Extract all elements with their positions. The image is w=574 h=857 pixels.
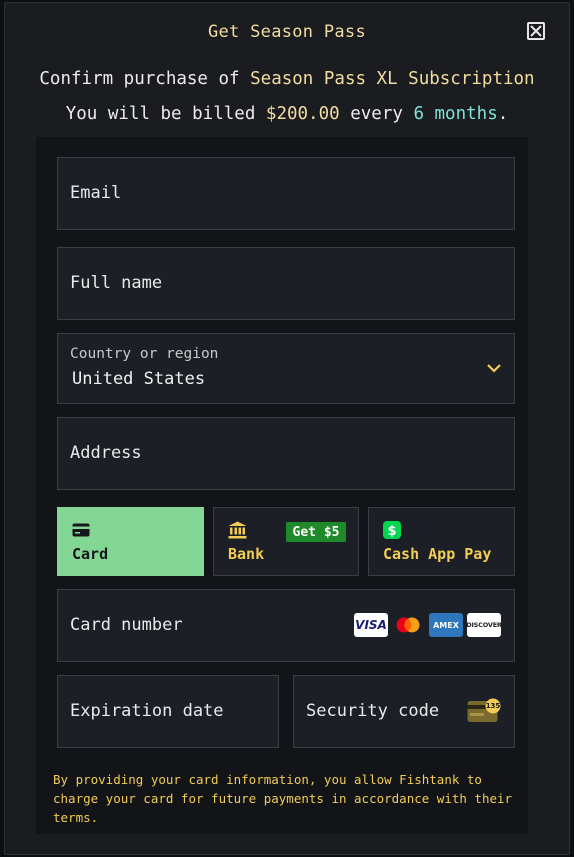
- cvc-badge-text: 135: [485, 702, 501, 710]
- billing-line: You will be billed $200.00 every 6 month…: [5, 104, 569, 124]
- security-label: Security code: [306, 701, 440, 721]
- tab-cash-app-label: Cash App Pay: [383, 545, 492, 563]
- card-number-label: Card number: [70, 615, 183, 635]
- discover-icon: DISCOVER: [467, 613, 501, 637]
- tab-card-label: Card: [72, 545, 109, 563]
- confirm-prefix: Confirm purchase of: [39, 69, 240, 89]
- cash-app-icon: $: [383, 521, 401, 539]
- every-word: every: [350, 104, 403, 124]
- chevron-down-icon: [487, 364, 501, 373]
- expiration-date-field[interactable]: Expiration date: [57, 675, 279, 748]
- amex-text: AMEX: [433, 620, 459, 630]
- country-select[interactable]: Country or region United States: [57, 333, 515, 404]
- bank-icon: [228, 521, 247, 539]
- bank-promo-badge: Get $5: [286, 522, 346, 542]
- close-icon: [530, 25, 542, 37]
- fullname-field[interactable]: Full name: [57, 247, 515, 320]
- expiration-label: Expiration date: [70, 701, 224, 721]
- product-name: Season Pass XL Subscription: [250, 69, 535, 89]
- security-code-field[interactable]: Security code 135: [293, 675, 515, 748]
- amex-icon: AMEX: [429, 613, 463, 637]
- email-field[interactable]: Email: [57, 157, 515, 230]
- tab-cash-app[interactable]: $ Cash App Pay: [368, 507, 515, 576]
- confirm-line: Confirm purchase of Season Pass XL Subsc…: [5, 69, 569, 89]
- price: $200.00: [265, 104, 340, 124]
- fullname-label: Full name: [70, 273, 163, 293]
- billed-prefix: You will be billed: [65, 104, 256, 124]
- billing-period: 6 months: [413, 104, 498, 124]
- country-label: Country or region: [70, 346, 219, 362]
- dialog-title: Get Season Pass: [207, 22, 367, 42]
- tab-bank-label: Bank: [228, 545, 265, 563]
- mastercard-icon: [396, 617, 420, 633]
- card-number-field[interactable]: Card number VISA AMEX DISCOVER: [57, 589, 515, 662]
- discover-text: DISCOVER: [467, 621, 501, 629]
- payment-disclaimer: By providing your card information, you …: [53, 772, 513, 825]
- visa-icon: VISA: [354, 613, 388, 637]
- country-value: United States: [72, 369, 206, 389]
- tab-bank[interactable]: Get $5 Bank: [213, 507, 359, 576]
- address-field[interactable]: Address: [57, 417, 515, 490]
- period-suffix: .: [497, 104, 509, 124]
- visa-text: VISA: [355, 618, 387, 632]
- email-label: Email: [70, 183, 122, 203]
- svg-text:$: $: [387, 524, 396, 539]
- credit-card-icon: [72, 523, 90, 537]
- close-button[interactable]: [527, 22, 545, 40]
- tab-card[interactable]: Card: [57, 507, 204, 576]
- address-label: Address: [70, 443, 142, 463]
